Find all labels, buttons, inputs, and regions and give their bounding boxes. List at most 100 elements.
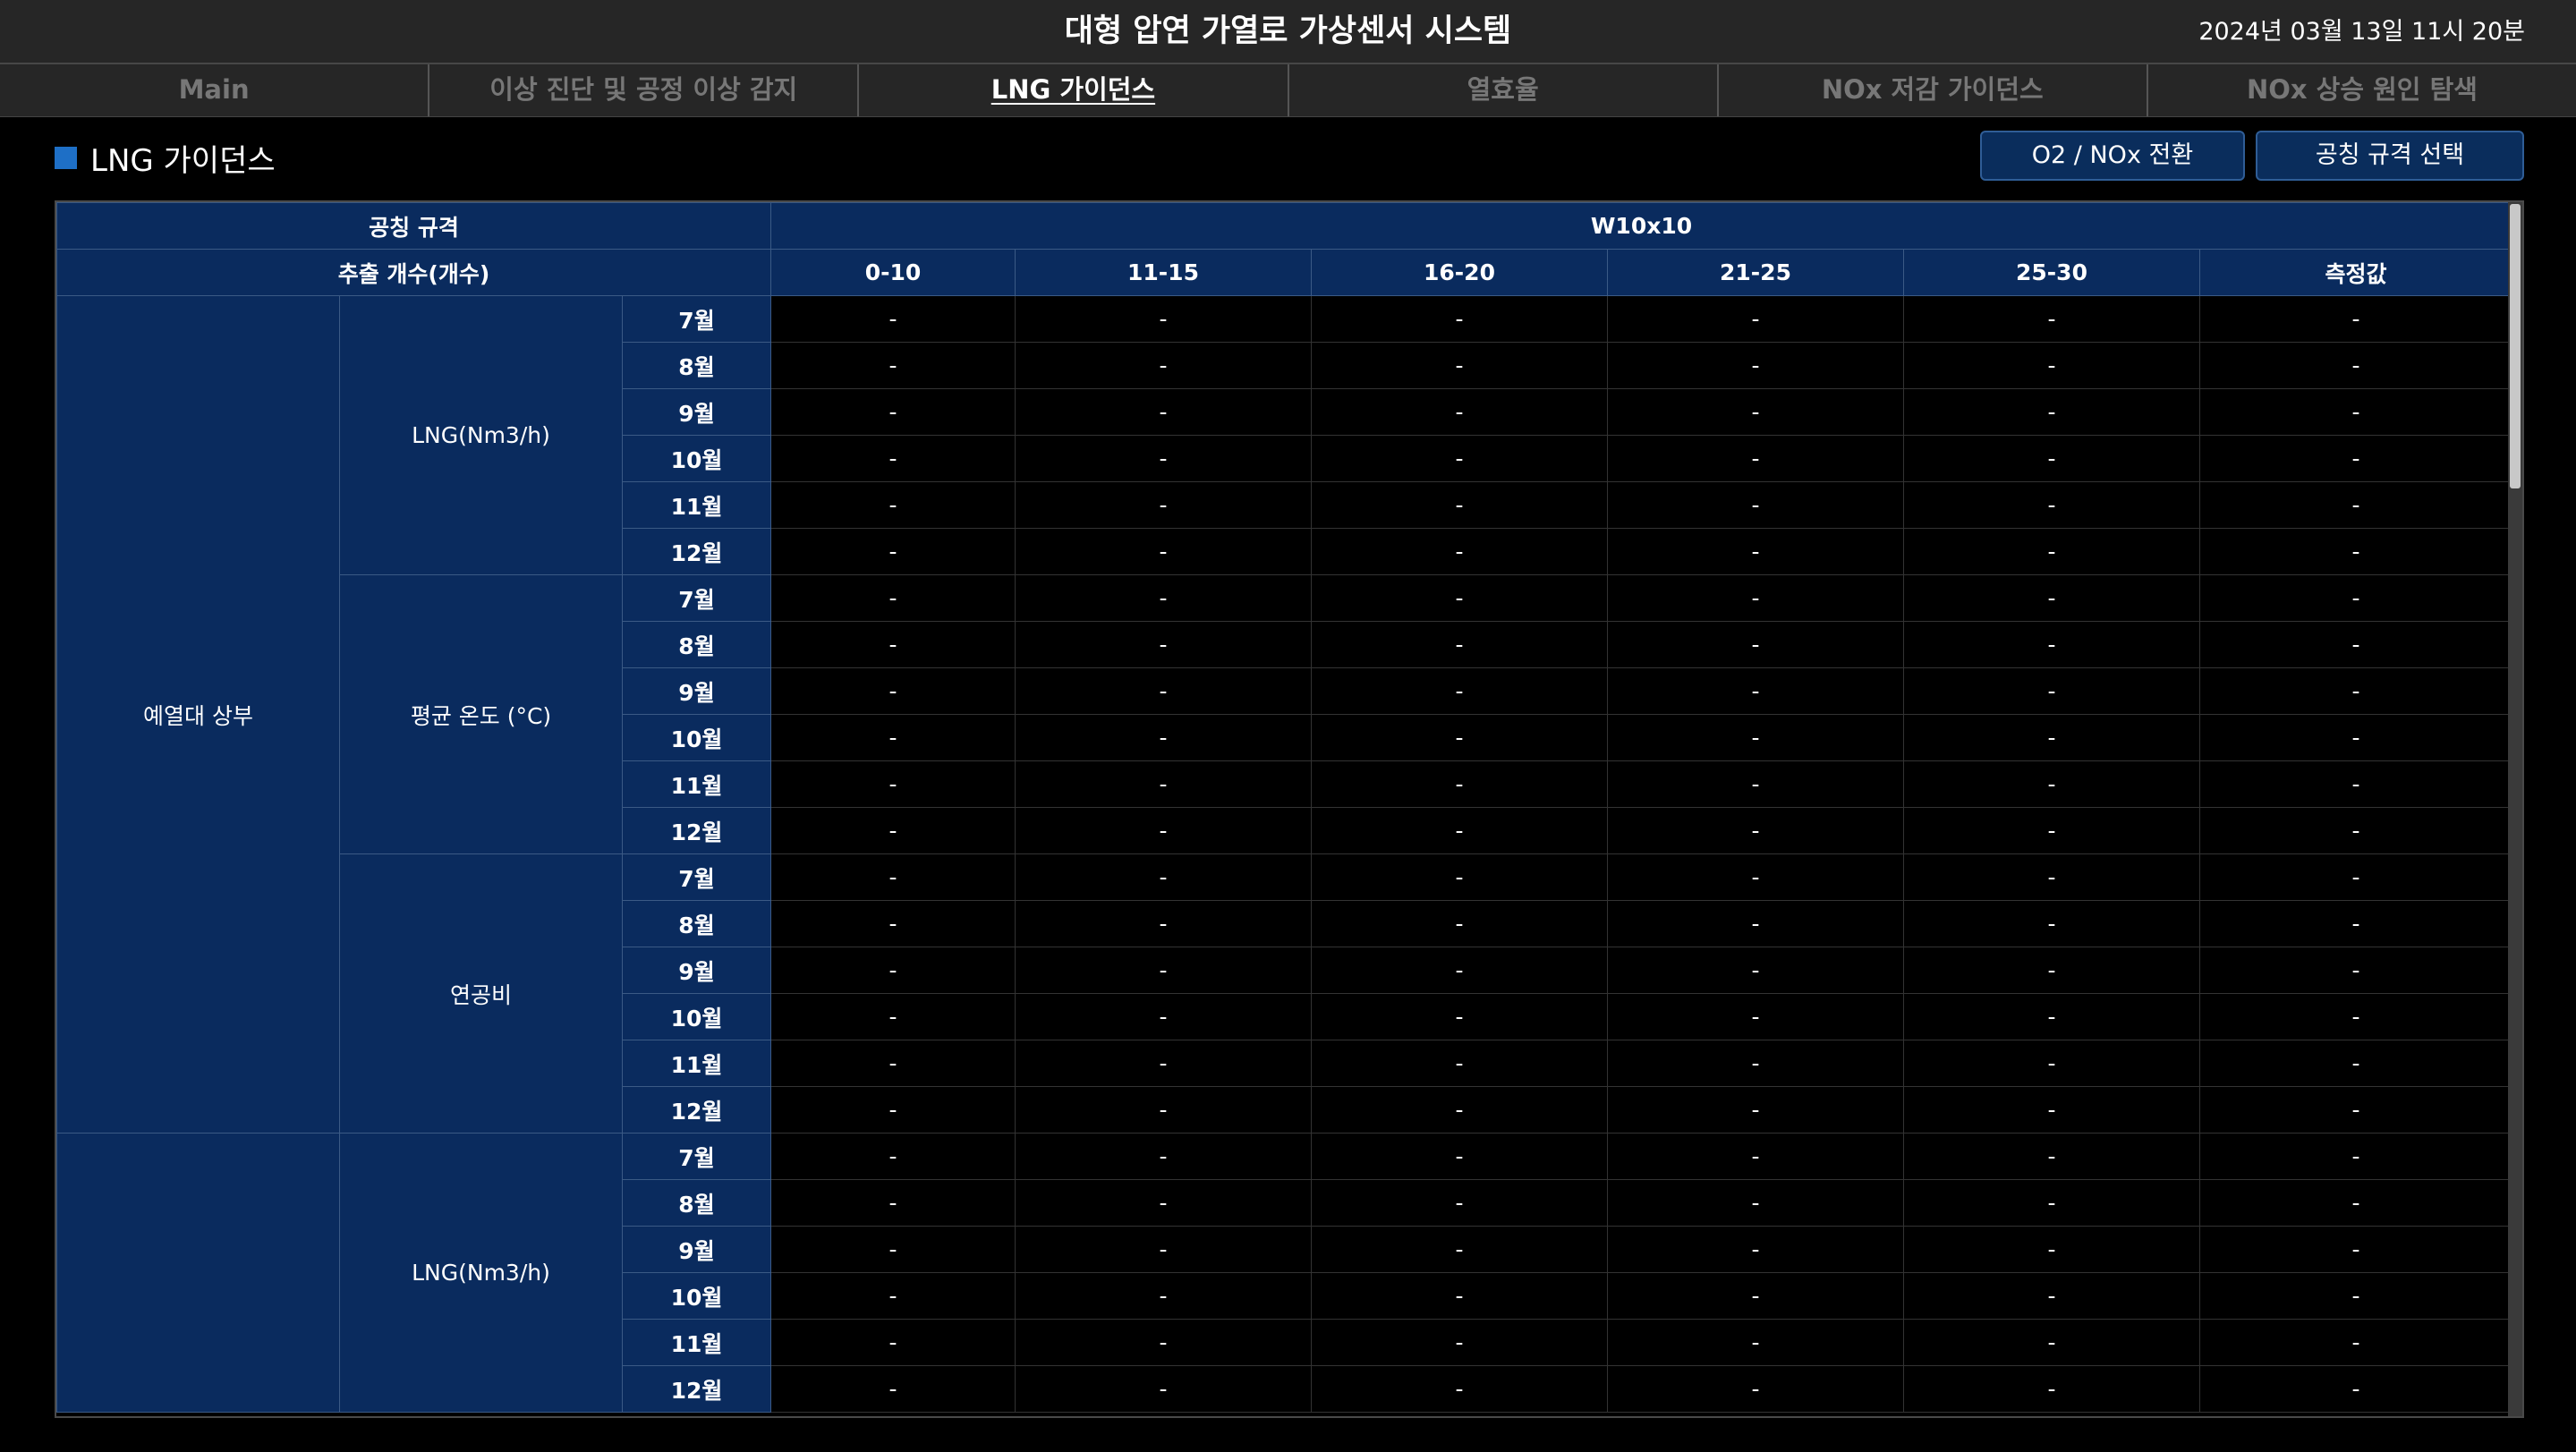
value-cell: - xyxy=(2199,1365,2512,1413)
value-cell: - xyxy=(1015,853,1312,901)
value-cell: - xyxy=(1903,667,2200,715)
value-cell: - xyxy=(1015,1319,1312,1366)
spec-header-row: 공칭 규격 W10x10 xyxy=(56,202,2512,250)
value-cell: - xyxy=(2199,388,2512,436)
value-cell: - xyxy=(1311,1133,1608,1180)
value-cell: - xyxy=(1607,667,1904,715)
value-cell: - xyxy=(770,1319,1016,1366)
value-cell: - xyxy=(1015,667,1312,715)
value-cell: - xyxy=(1903,993,2200,1040)
value-cell: - xyxy=(1903,1365,2200,1413)
metric-label: LNG(Nm3/h) xyxy=(339,295,623,575)
value-cell: - xyxy=(1903,714,2200,761)
value-cell: - xyxy=(1015,295,1312,343)
month-label: 10월 xyxy=(622,714,771,761)
month-label: 9월 xyxy=(622,388,771,436)
value-cell: - xyxy=(1607,435,1904,482)
spec-select-button[interactable]: 공칭 규격 선택 xyxy=(2256,131,2524,181)
value-cell: - xyxy=(770,807,1016,854)
month-label: 12월 xyxy=(622,1086,771,1134)
month-label: 10월 xyxy=(622,1272,771,1320)
value-cell: - xyxy=(1015,1179,1312,1227)
value-cell: - xyxy=(1311,528,1608,575)
metric-label: LNG(Nm3/h) xyxy=(339,1133,623,1413)
value-cell: - xyxy=(2199,760,2512,808)
value-cell: - xyxy=(770,760,1016,808)
value-cell: - xyxy=(1015,760,1312,808)
value-cell: - xyxy=(2199,1272,2512,1320)
value-cell: - xyxy=(1607,481,1904,529)
value-cell: - xyxy=(2199,574,2512,622)
value-cell: - xyxy=(1903,574,2200,622)
value-cell: - xyxy=(1607,1272,1904,1320)
value-cell: - xyxy=(2199,714,2512,761)
tab-nox-reduction[interactable]: NOx 저감 가이던스 xyxy=(1719,64,2148,116)
tab-thermal-efficiency[interactable]: 열효율 xyxy=(1289,64,1719,116)
value-cell: - xyxy=(1311,1319,1608,1366)
spec-header-value: W10x10 xyxy=(770,202,2512,250)
guidance-table-container[interactable]: 공칭 규격 W10x10 추출 개수(개수) 0-10 11-15 16-20 … xyxy=(55,200,2524,1418)
value-cell: - xyxy=(1903,760,2200,808)
value-cell: - xyxy=(1903,481,2200,529)
spec-header-label: 공칭 규격 xyxy=(56,202,771,250)
table-scrollbar[interactable] xyxy=(2508,202,2522,1416)
value-cell: - xyxy=(1015,621,1312,668)
value-cell: - xyxy=(1311,1040,1608,1087)
table-scrollbar-thumb[interactable] xyxy=(2510,204,2521,488)
value-cell: - xyxy=(1903,1319,2200,1366)
value-cell: - xyxy=(1607,621,1904,668)
month-label: 9월 xyxy=(622,667,771,715)
value-cell: - xyxy=(1311,1179,1608,1227)
value-cell: - xyxy=(1607,342,1904,389)
app-title: 대형 압연 가열로 가상센서 시스템 xyxy=(1064,13,1512,49)
value-cell: - xyxy=(1903,1226,2200,1273)
value-cell: - xyxy=(770,574,1016,622)
value-cell: - xyxy=(2199,621,2512,668)
value-cell: - xyxy=(1903,947,2200,994)
value-cell: - xyxy=(1015,900,1312,947)
value-cell: - xyxy=(1607,1086,1904,1134)
value-cell: - xyxy=(1311,853,1608,901)
value-cell: - xyxy=(1903,1133,2200,1180)
value-cell: - xyxy=(2199,1319,2512,1366)
tab-nox-cause[interactable]: NOx 상승 원인 탐색 xyxy=(2148,64,2576,116)
value-cell: - xyxy=(1015,714,1312,761)
value-cell: - xyxy=(2199,342,2512,389)
section-square-icon xyxy=(55,146,77,169)
value-cell: - xyxy=(1903,621,2200,668)
month-label: 9월 xyxy=(622,1226,771,1273)
tab-lng-guidance[interactable]: LNG 가이던스 xyxy=(859,64,1289,116)
o2-nox-toggle-button[interactable]: O2 / NOx 전환 xyxy=(1980,131,2245,181)
value-cell: - xyxy=(770,621,1016,668)
value-cell: - xyxy=(1607,295,1904,343)
month-label: 7월 xyxy=(622,295,771,343)
value-cell: - xyxy=(2199,1133,2512,1180)
value-cell: - xyxy=(2199,853,2512,901)
value-cell: - xyxy=(1311,993,1608,1040)
value-cell: - xyxy=(770,947,1016,994)
value-cell: - xyxy=(2199,947,2512,994)
tab-anomaly-detection[interactable]: 이상 진단 및 공정 이상 감지 xyxy=(429,64,860,116)
value-cell: - xyxy=(1311,481,1608,529)
month-label: 10월 xyxy=(622,435,771,482)
month-label: 11월 xyxy=(622,1319,771,1366)
value-cell: - xyxy=(1015,481,1312,529)
value-cell: - xyxy=(1607,1133,1904,1180)
value-cell: - xyxy=(1607,1226,1904,1273)
value-cell: - xyxy=(770,993,1016,1040)
value-cell: - xyxy=(1903,435,2200,482)
tab-main[interactable]: Main xyxy=(0,64,430,116)
value-cell: - xyxy=(1607,947,1904,994)
value-cell: - xyxy=(770,667,1016,715)
value-cell: - xyxy=(1607,528,1904,575)
value-cell: - xyxy=(1015,1040,1312,1087)
count-header-label: 추출 개수(개수) xyxy=(56,249,771,296)
value-cell: - xyxy=(1015,1365,1312,1413)
column-header: 11-15 xyxy=(1015,249,1312,296)
month-label: 8월 xyxy=(622,900,771,947)
month-label: 12월 xyxy=(622,807,771,854)
column-header: 21-25 xyxy=(1607,249,1904,296)
value-cell: - xyxy=(2199,1179,2512,1227)
month-label: 8월 xyxy=(622,1179,771,1227)
value-cell: - xyxy=(1903,1272,2200,1320)
